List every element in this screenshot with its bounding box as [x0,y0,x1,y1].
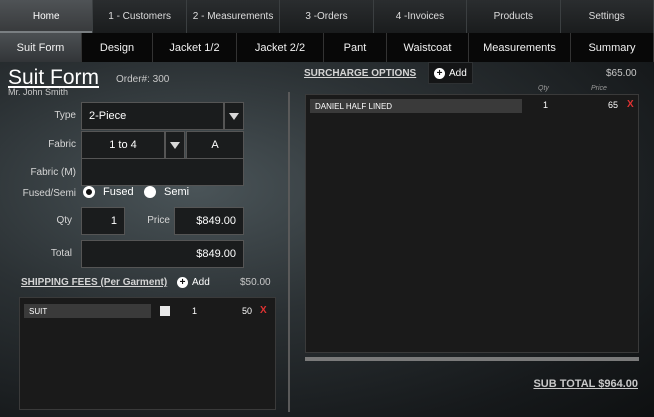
tab-jacket-1[interactable]: Jacket 1/2 [153,33,237,62]
surcharge-options-heading: SURCHARGE OPTIONS [304,68,417,79]
plus-circle-icon: + [434,67,445,79]
type-select[interactable]: 2-Piece [81,102,224,130]
surcharge-add-button[interactable]: + Add [428,62,473,84]
shipping-add-button[interactable]: + Add [177,271,210,293]
total-label: Total [50,248,72,259]
surcharge-amount: $65.00 [606,68,637,79]
fabric-m-label: Fabric (M) [30,167,76,178]
shipping-row-price: 50 [242,306,253,316]
tab-design[interactable]: Design [82,33,153,62]
nav-tab-settings[interactable]: Settings [560,0,654,33]
tab-waistcoat[interactable]: Waistcoat [387,33,469,62]
fabric-label: Fabric [48,139,76,150]
shipping-amount: $50.00 [240,277,271,288]
fused-radio-label: Fused [103,186,134,198]
type-dropdown-button[interactable] [224,102,244,130]
customer-name: Mr. John Smith [8,87,69,97]
radio-unselected-icon [144,186,156,198]
qty-label: Qty [56,215,72,226]
nav-tab-home[interactable]: Home [0,0,94,33]
surcharge-col-qty: Qty [538,85,549,92]
fabric-m-field[interactable] [81,158,244,186]
surcharge-row-remove-icon[interactable]: X [627,99,634,110]
top-navigation: Home 1 - Customers 2 - Measurements 3 -O… [0,0,654,33]
subtotal-label: SUB TOTAL $964.00 [533,378,638,390]
fabric-dropdown-button[interactable] [165,131,185,159]
surcharge-row-price: 65 [608,100,619,110]
subtotal-separator [305,357,639,361]
semi-radio-label: Semi [164,186,190,198]
nav-tab-orders[interactable]: 3 -Orders [280,0,374,33]
shipping-add-label: Add [192,276,210,288]
semi-radio[interactable]: Semi [144,186,189,198]
form-tabs: Suit Form Design Jacket 1/2 Jacket 2/2 P… [0,33,654,62]
nav-tab-customers[interactable]: 1 - Customers [93,0,187,33]
column-divider [288,92,290,412]
plus-circle-icon: + [177,276,188,288]
shipping-row-checkbox[interactable] [160,306,170,316]
tab-jacket-2[interactable]: Jacket 2/2 [237,33,324,62]
surcharge-row-name: DANIEL HALF LINED [310,99,522,113]
surcharge-row-qty: 1 [543,100,549,110]
fused-radio[interactable]: Fused [83,186,134,198]
radio-selected-icon [83,186,95,198]
triangle-down-icon [229,112,239,120]
fused-semi-label: Fused/Semi [22,188,76,199]
nav-tab-invoices[interactable]: 4 -Invoices [373,0,468,33]
qty-field[interactable]: 1 [81,207,125,235]
tab-measurements[interactable]: Measurements [469,33,571,62]
shipping-list: SUIT 1 50 X [19,297,276,410]
tab-summary[interactable]: Summary [571,33,654,62]
surcharge-list: DANIEL HALF LINED 1 65 X [305,94,639,353]
price-label: Price [147,215,170,226]
tab-suit-form[interactable]: Suit Form [0,33,82,62]
surcharge-col-price: Price [591,85,607,92]
total-field: $849.00 [81,240,244,268]
shipping-row-qty: 1 [192,306,198,316]
nav-tab-measurements[interactable]: 2 - Measurements [186,0,281,33]
fabric-select[interactable]: 1 to 4 [81,131,165,159]
price-field[interactable]: $849.00 [174,207,244,235]
fabric-grade-field[interactable]: A [186,131,244,159]
order-number: Order#: 300 [116,74,170,85]
triangle-down-icon [170,141,180,149]
shipping-row-remove-icon[interactable]: X [260,305,267,316]
surcharge-add-label: Add [449,67,467,79]
type-label: Type [54,110,76,121]
tab-pant[interactable]: Pant [324,33,387,62]
nav-tab-products[interactable]: Products [467,0,561,33]
shipping-fees-heading: SHIPPING FEES (Per Garment) [21,277,168,288]
shipping-row-name: SUIT [24,304,151,318]
